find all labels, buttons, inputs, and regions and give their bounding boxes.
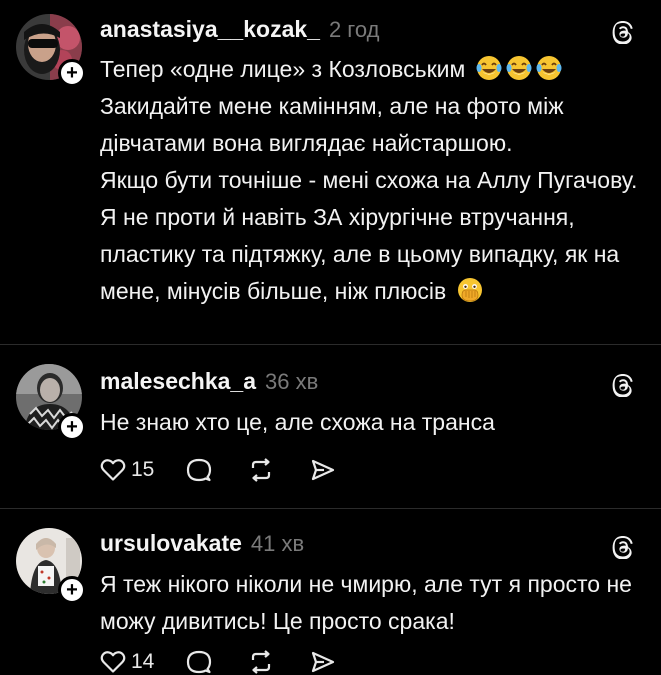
comment-text: Тепер «одне лице» з Козловським Закидайт… xyxy=(100,51,650,310)
paragraph: Я теж нікого ніколи не чмирю, але тут я … xyxy=(100,566,650,640)
action-bar: 14 xyxy=(100,648,336,675)
comment-icon xyxy=(186,650,212,674)
comment-post-3: + ursulovakate 41 хв Я теж нікого ніколи… xyxy=(0,510,661,675)
comment-text: Я теж нікого ніколи не чмирю, але тут я … xyxy=(100,566,650,640)
face-with-hand-over-mouth-icon xyxy=(457,278,482,302)
paragraph: Закидайте мене камінням, але на фото між… xyxy=(100,88,650,162)
paragraph-text: Я теж нікого ніколи не чмирю, але тут я … xyxy=(100,571,632,634)
post-header: anastasiya__kozak_ 2 год xyxy=(100,16,379,43)
comment-text: Не знаю хто це, але схожа на транса xyxy=(100,404,650,441)
repost-button[interactable] xyxy=(248,456,310,484)
divider xyxy=(0,508,661,509)
comment-post-2: + malesechka_a 36 хв Не знаю хто це, але… xyxy=(0,346,661,508)
like-count: 14 xyxy=(131,650,155,673)
reply-button[interactable] xyxy=(186,456,248,484)
post-header: malesechka_a 36 хв xyxy=(100,368,318,395)
follow-button[interactable]: + xyxy=(58,59,86,87)
threads-icon[interactable] xyxy=(611,373,635,397)
send-icon xyxy=(311,459,335,481)
like-count: 15 xyxy=(131,458,155,481)
paragraph-text: Я не проти й навіть ЗА хірургічне втруча… xyxy=(100,204,620,304)
paragraph-text: Закидайте мене камінням, але на фото між… xyxy=(100,93,564,156)
follow-button[interactable]: + xyxy=(58,576,86,604)
threads-icon[interactable] xyxy=(611,20,635,44)
paragraph-text: Тепер «одне лице» з Козловським xyxy=(100,56,466,82)
paragraph: Якщо бути точніше - мені схожа на Аллу П… xyxy=(100,162,650,199)
username[interactable]: ursulovakate xyxy=(100,530,242,557)
divider xyxy=(0,344,661,345)
comment-post-1: + anastasiya__kozak_ 2 год Тепер «одне л… xyxy=(0,0,661,345)
follow-button[interactable]: + xyxy=(58,413,86,441)
repost-icon xyxy=(251,650,271,674)
share-button[interactable] xyxy=(310,648,336,675)
plus-icon: + xyxy=(66,416,78,438)
face-with-tears-of-joy-icon xyxy=(506,56,532,80)
paragraph-text: Не знаю хто це, але схожа на транса xyxy=(100,409,495,435)
paragraph: Не знаю хто це, але схожа на транса xyxy=(100,404,650,441)
post-header: ursulovakate 41 хв xyxy=(100,530,304,557)
heart-icon xyxy=(100,651,126,673)
plus-icon: + xyxy=(66,62,78,84)
paragraph-text: Якщо бути точніше - мені схожа на Аллу П… xyxy=(100,167,638,193)
like-button[interactable]: 15 xyxy=(100,456,186,484)
threads-icon[interactable] xyxy=(611,535,635,559)
username[interactable]: anastasiya__kozak_ xyxy=(100,16,320,43)
timestamp: 2 год xyxy=(328,17,380,42)
timestamp: 41 хв xyxy=(250,531,305,556)
send-icon xyxy=(311,651,335,673)
paragraph: Тепер «одне лице» з Козловським xyxy=(100,51,650,88)
heart-icon xyxy=(100,459,126,481)
face-with-tears-of-joy-icon xyxy=(536,56,562,80)
username[interactable]: malesechka_a xyxy=(100,368,256,395)
share-button[interactable] xyxy=(310,456,336,484)
paragraph: Я не проти й навіть ЗА хірургічне втруча… xyxy=(100,199,650,310)
like-button[interactable]: 14 xyxy=(100,648,186,675)
comment-icon xyxy=(186,458,212,482)
face-with-tears-of-joy-icon xyxy=(476,56,502,80)
timestamp: 36 хв xyxy=(265,369,319,394)
repost-icon xyxy=(251,458,271,482)
reply-button[interactable] xyxy=(186,648,248,675)
repost-button[interactable] xyxy=(248,648,310,675)
plus-icon: + xyxy=(66,579,78,601)
action-bar: 15 xyxy=(100,456,336,484)
